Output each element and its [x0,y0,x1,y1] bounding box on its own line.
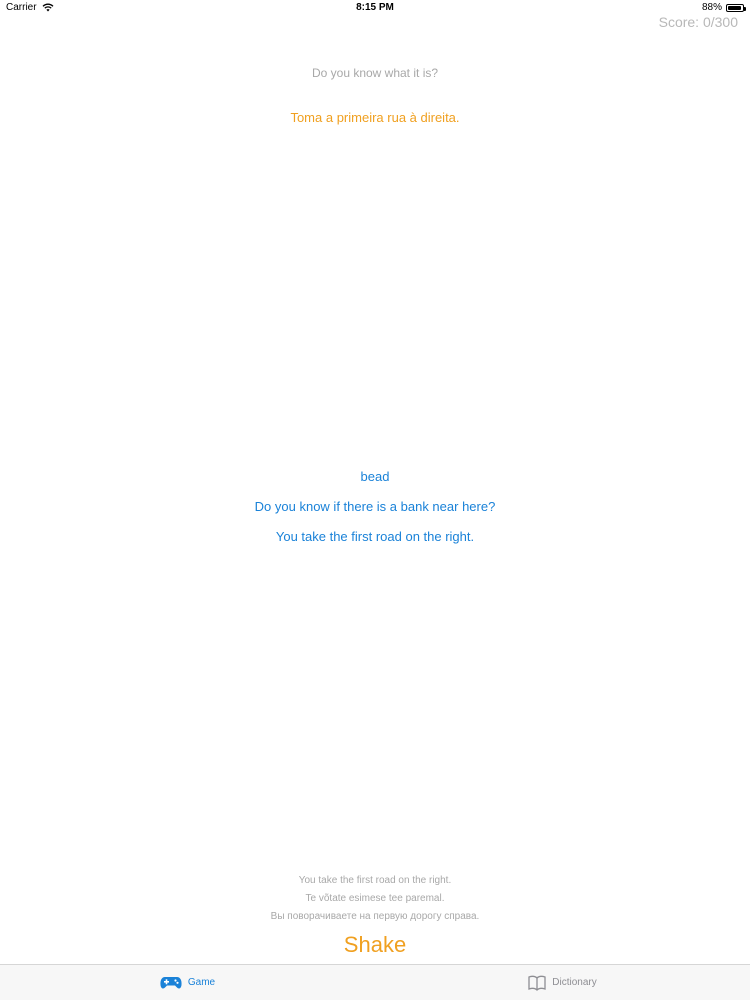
status-right: 88% [701,2,746,13]
tab-dictionary[interactable]: Dictionary [375,965,750,1000]
gamepad-icon [160,976,182,989]
question-phrase: Toma a primeira rua à direita. [290,110,460,125]
answer-option[interactable]: bead [361,462,390,492]
battery-percent: 88% [701,2,722,13]
hint-line: Te võtate esimese tee paremal. [305,893,445,904]
prompt-text: Do you know what it is? [311,66,439,80]
translation-hints: You take the first road on the right. Te… [0,874,750,928]
tab-label: Game [187,977,216,988]
shake-button[interactable]: Shake [315,932,435,958]
answer-options: bead Do you know if there is a bank near… [0,462,750,552]
hint-line: Вы поворачиваете на первую дорогу справа… [270,911,480,922]
book-icon [528,975,546,991]
tab-game[interactable]: Game [0,965,375,1000]
battery-icon [726,3,746,12]
answer-option[interactable]: You take the first road on the right. [276,522,474,552]
status-bar: Carrier 8:15 PM 88% [0,0,750,16]
tab-label: Dictionary [552,977,597,988]
answer-option[interactable]: Do you know if there is a bank near here… [255,492,496,522]
hint-line: You take the first road on the right. [298,875,452,886]
status-time: 8:15 PM [356,2,394,13]
score-label: Score: 0/300 [658,14,738,30]
tab-bar: Game Dictionary [0,964,750,1000]
